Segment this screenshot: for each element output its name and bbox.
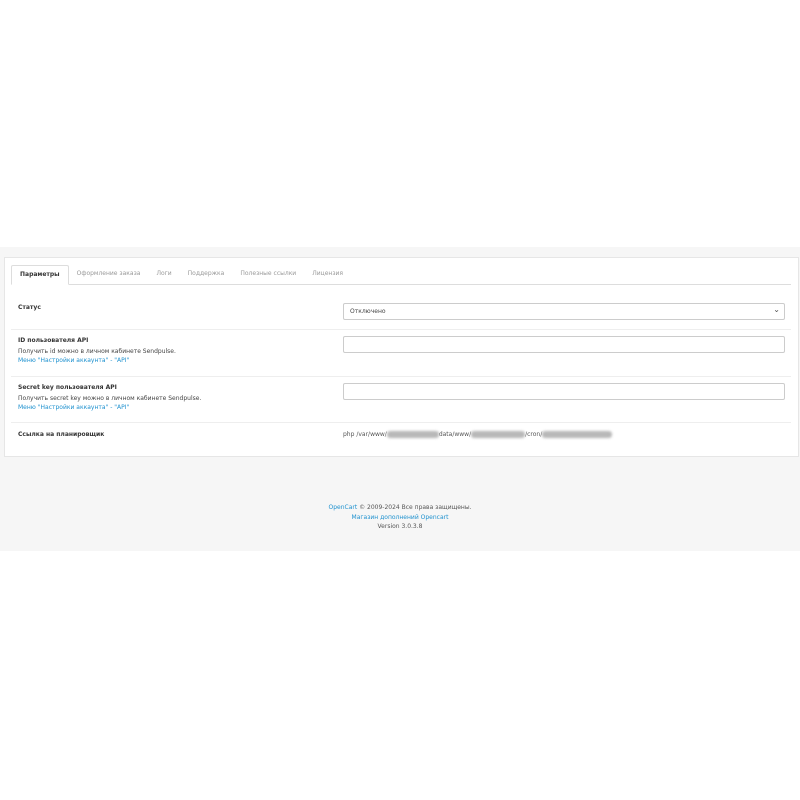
api-secret-help: Получить secret key можно в личном кабин… bbox=[18, 395, 202, 402]
status-select-value: Отключено bbox=[350, 308, 386, 315]
api-secret-row: Secret key пользователя API Получить sec… bbox=[11, 376, 791, 423]
status-label: Статус bbox=[18, 304, 41, 311]
settings-panel: Параметры Оформление заказа Логи Поддерж… bbox=[4, 257, 799, 457]
footer-copyright-line: OpenCart © 2009-2024 Все права защищены. bbox=[0, 503, 800, 513]
api-id-help-link[interactable]: Меню "Настройки аккаунта" - "API" bbox=[18, 357, 129, 364]
tab-bar: Параметры Оформление заказа Логи Поддерж… bbox=[11, 265, 791, 285]
version-text: Version 3.0.3.8 bbox=[377, 523, 423, 531]
store-link[interactable]: Магазин дополнений Opencart bbox=[352, 514, 449, 521]
cron-command-part1: php /var/www/ bbox=[343, 431, 387, 438]
status-row: Статус Отключено ⌄ bbox=[11, 292, 791, 330]
api-id-label: ID пользователя API bbox=[18, 337, 89, 344]
tab-order-checkout[interactable]: Оформление заказа bbox=[69, 265, 149, 283]
tab-support[interactable]: Поддержка bbox=[180, 265, 233, 283]
api-id-input[interactable] bbox=[343, 336, 785, 353]
redacted-blur bbox=[386, 431, 439, 438]
redacted-blur bbox=[542, 431, 613, 438]
status-select[interactable]: Отключено ⌄ bbox=[343, 303, 785, 320]
cron-command: php /var/www/data/www/ /cron/ bbox=[343, 431, 613, 438]
chevron-down-icon: ⌄ bbox=[773, 305, 780, 314]
api-secret-label: Secret key пользователя API bbox=[18, 384, 117, 391]
api-secret-input[interactable] bbox=[343, 383, 785, 400]
cron-row: Ссылка на планировщик php /var/www/data/… bbox=[11, 422, 791, 452]
redacted-blur bbox=[471, 431, 526, 438]
tab-useful-links[interactable]: Полезные ссылки bbox=[232, 265, 304, 283]
copyright-text: © 2009-2024 Все права защищены. bbox=[357, 504, 472, 511]
cron-command-part2: data/www/ bbox=[438, 431, 472, 438]
api-id-row: ID пользователя API Получить id можно в … bbox=[11, 329, 791, 377]
opencart-link[interactable]: OpenCart bbox=[328, 504, 357, 511]
cron-command-part3: /cron/ bbox=[525, 431, 543, 438]
api-id-help: Получить id можно в личном кабинете Send… bbox=[18, 348, 176, 355]
cron-label: Ссылка на планировщик bbox=[18, 431, 105, 438]
page-footer: OpenCart © 2009-2024 Все права защищены.… bbox=[0, 503, 800, 532]
tab-logs[interactable]: Логи bbox=[148, 265, 179, 283]
tab-license[interactable]: Лицензия bbox=[304, 265, 351, 283]
tab-parameters[interactable]: Параметры bbox=[11, 265, 69, 285]
api-secret-help-link[interactable]: Меню "Настройки аккаунта" - "API" bbox=[18, 404, 129, 411]
